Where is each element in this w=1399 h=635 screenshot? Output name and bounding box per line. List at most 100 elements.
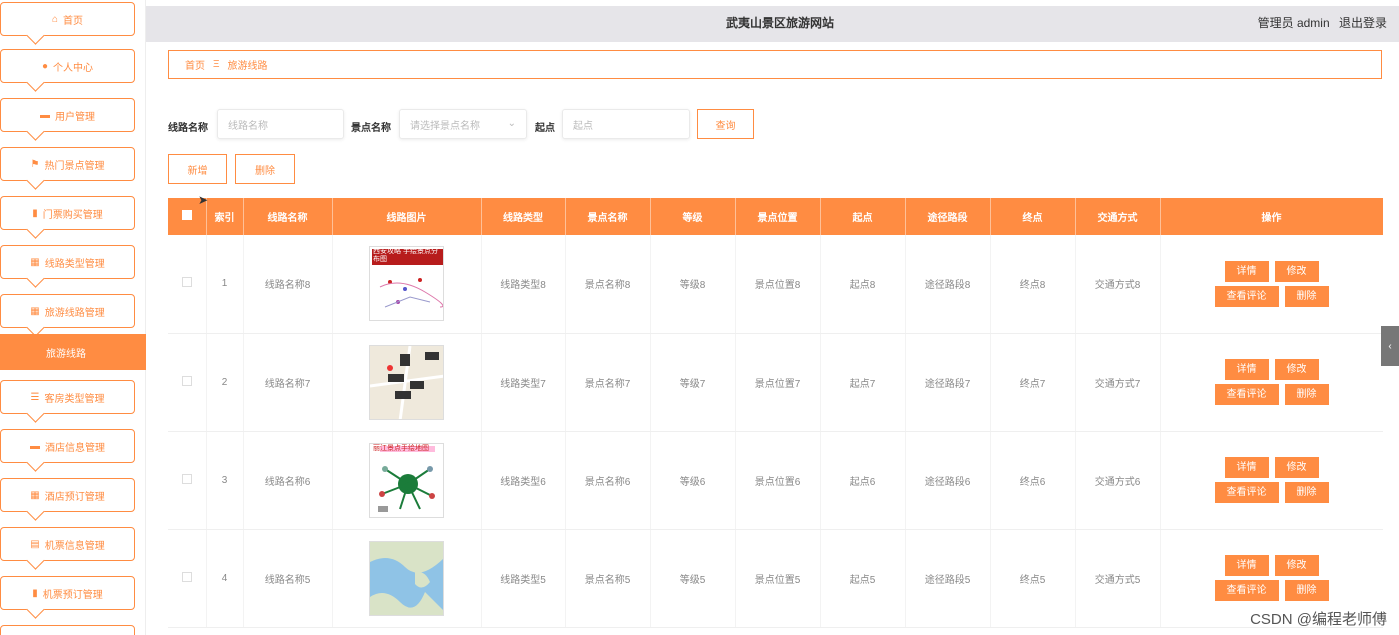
sidebar-item[interactable]: ▮ 门票购买管理 [0, 196, 135, 230]
edit-button[interactable]: 修改 [1274, 359, 1319, 380]
sidebar-subitem-active[interactable]: 旅游线路 [0, 334, 146, 370]
sidebar-item-label: 门票购买管理 [42, 209, 103, 221]
view-reviews-button[interactable]: 查看评论 [1214, 384, 1279, 405]
view-reviews-button[interactable]: 查看评论 [1214, 580, 1279, 601]
view-reviews-button[interactable]: 查看评论 [1214, 482, 1279, 503]
cell-route-type: 线路类型8 [481, 235, 566, 334]
column-header: 索引 [206, 198, 244, 235]
column-header: 景点位置 [735, 198, 821, 235]
query-button[interactable]: 查询 [697, 109, 754, 139]
route-image-cell: 西安攻略 手绘景点分布图 [332, 235, 482, 334]
spot-name-select[interactable]: 请选择景点名称 ⌄ [399, 109, 527, 139]
sidebar-item[interactable]: ▦ 旅游线路管理 [0, 294, 135, 328]
sidebar-item-label: 酒店预订管理 [44, 491, 105, 503]
sidebar-item[interactable]: ☰ 客房类型管理 [0, 380, 135, 414]
sidebar-item-partial[interactable] [0, 625, 135, 635]
row-delete-button[interactable]: 删除 [1284, 482, 1329, 503]
cell-spot-location: 景点位置5 [735, 529, 821, 628]
cell-start: 起点6 [820, 431, 906, 530]
cell-end: 终点6 [990, 431, 1076, 530]
row-delete-button[interactable]: 删除 [1284, 384, 1329, 405]
route-map-thumbnail[interactable] [369, 540, 444, 616]
row-checkbox[interactable] [181, 375, 192, 386]
column-header: 线路类型 [481, 198, 566, 235]
sidebar-item[interactable]: ▦ 酒店预订管理 [0, 478, 135, 512]
row-index: 4 [206, 529, 244, 628]
sidebar-item[interactable]: ▤ 机票信息管理 [0, 527, 135, 561]
cell-via: 途径路段6 [905, 431, 991, 530]
edit-button[interactable]: 修改 [1274, 260, 1319, 282]
detail-button[interactable]: 详情 [1224, 260, 1269, 282]
cell-start: 起点8 [820, 235, 906, 334]
start-placeholder: 起点 [573, 120, 593, 132]
row-checkbox[interactable] [181, 571, 192, 582]
detail-button[interactable]: 详情 [1224, 359, 1269, 380]
row-index: 2 [206, 333, 244, 432]
row-select-cell [168, 431, 207, 530]
row-select-cell [168, 235, 207, 334]
cell-spot-name: 景点名称7 [565, 333, 651, 432]
sidebar-item[interactable]: ▬ 用户管理 [0, 98, 135, 132]
select-all-checkbox[interactable] [181, 210, 192, 220]
row-index: 3 [206, 431, 244, 530]
route-image-cell: 丽江景点手绘地图 [332, 431, 482, 530]
route-map-thumbnail[interactable] [369, 344, 444, 420]
sidebar-item[interactable]: ⚑ 热门景点管理 [0, 147, 135, 181]
edit-button[interactable]: 修改 [1274, 457, 1319, 478]
sidebar-item[interactable]: ▦ 线路类型管理 [0, 245, 135, 279]
sidebar-item-label: 线路类型管理 [44, 258, 105, 270]
start-input[interactable]: 起点 [562, 109, 690, 139]
sidebar-item-label: 机票信息管理 [44, 540, 105, 552]
cell-spot-location: 景点位置7 [735, 333, 821, 432]
cell-spot-name: 景点名称6 [565, 431, 651, 530]
chart-icon: ▮ [32, 207, 38, 219]
route-map-thumbnail[interactable]: 西安攻略 手绘景点分布图 [369, 246, 444, 322]
cell-route-type: 线路类型5 [481, 529, 566, 628]
cell-route-type: 线路类型7 [481, 333, 566, 432]
sidebar-item-label: 用户管理 [55, 111, 95, 123]
sidebar-item[interactable]: ▮ 机票预订管理 [0, 576, 135, 610]
row-select-cell [168, 333, 207, 432]
logout-link[interactable]: 退出登录 [1339, 16, 1387, 30]
row-delete-button[interactable]: 删除 [1284, 580, 1329, 601]
row-checkbox[interactable] [181, 473, 192, 484]
sidebar-item[interactable]: ▬ 酒店信息管理 [0, 429, 135, 463]
table-row: 1 线路名称8 西安攻略 手绘景点分布图 线路类型8 景点名称8 等级8 景点位置8 起点8 途… [168, 235, 1383, 334]
spot-name-label: 景点名称 [351, 123, 391, 134]
cell-via: 途径路段5 [905, 529, 991, 628]
grid-icon: ▦ [30, 256, 40, 268]
sidebar-item-label: 旅游线路管理 [44, 307, 105, 319]
thumbnail-caption: 西安攻略 手绘景点分布图 [373, 248, 438, 264]
breadcrumb-home[interactable]: 首页 [185, 57, 205, 72]
cell-spot-location: 景点位置8 [735, 235, 821, 334]
row-delete-button[interactable]: 删除 [1284, 285, 1329, 307]
column-header: 线路图片 [332, 198, 482, 235]
cell-route-name: 线路名称7 [243, 333, 333, 432]
sidebar-item[interactable]: ⌂ 首页 [0, 2, 135, 36]
sidebar-item[interactable]: ● 个人中心 [0, 49, 135, 83]
detail-button[interactable]: 详情 [1224, 555, 1269, 576]
sidebar-item-label: 个人中心 [53, 62, 94, 74]
edit-button[interactable]: 修改 [1274, 555, 1319, 576]
delete-button[interactable]: 删除 [235, 154, 295, 184]
site-title: 武夷山景区旅游网站 [726, 16, 835, 30]
column-header: 景点名称 [565, 198, 651, 235]
table-row: 2 线路名称7 线路类型7 景点名称7 等级7 景点位置7 起点7 途径路段7 终点7 交通方式7… [168, 333, 1383, 432]
side-collapse-tab[interactable]: ‹ [1381, 326, 1399, 366]
row-actions: 详情 修改查看评论 删除 [1160, 431, 1383, 530]
view-reviews-button[interactable]: 查看评论 [1214, 285, 1279, 307]
detail-button[interactable]: 详情 [1224, 457, 1269, 478]
route-map-thumbnail[interactable]: 丽江景点手绘地图 [369, 442, 444, 518]
route-name-input[interactable]: 线路名称 [217, 109, 344, 139]
sidebar-item-label: 热门景点管理 [44, 160, 105, 172]
route-name-placeholder: 线路名称 [228, 120, 268, 132]
row-checkbox[interactable] [181, 277, 192, 288]
flag-icon: ⚑ [30, 158, 40, 170]
user-icon: ● [41, 60, 49, 72]
cell-transport: 交通方式6 [1075, 431, 1161, 530]
add-button[interactable]: 新增 [168, 154, 227, 184]
user-area: 管理员 admin 退出登录 [1252, 14, 1387, 31]
chevron-down-icon: ⌄ [507, 118, 516, 129]
grid-icon: ▦ [30, 305, 40, 317]
cell-spot-location: 景点位置6 [735, 431, 821, 530]
